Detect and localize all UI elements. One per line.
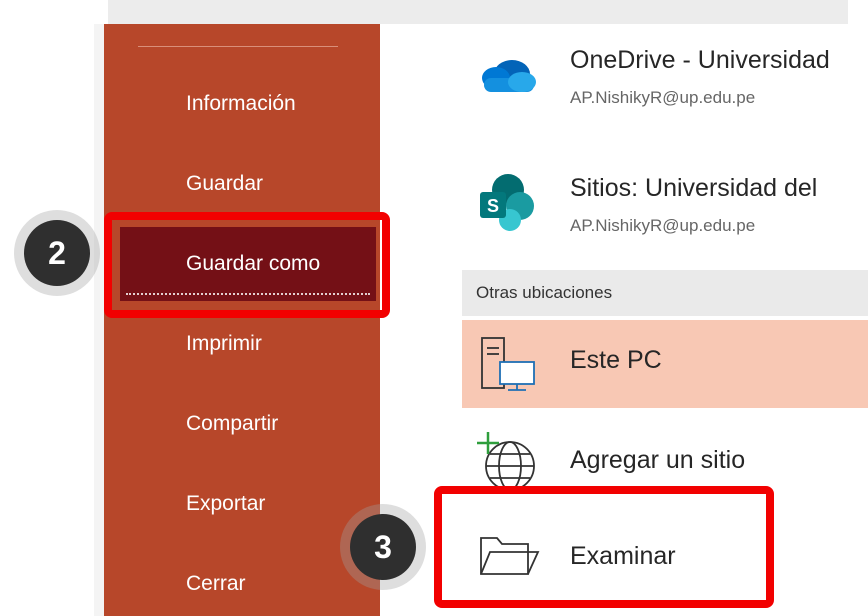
sharepoint-icon: S [476,172,536,237]
location-title: Sitios: Universidad del [570,174,818,202]
other-locations-header: Otras ubicaciones [462,270,868,316]
sidebar-item-label: Información [186,92,296,115]
location-title: OneDrive - Universidad [570,46,830,74]
sidebar-item-compartir[interactable]: Compartir [104,394,380,454]
sidebar-item-label: Imprimir [186,332,262,355]
highlight-guardar-como [104,212,390,318]
location-sharepoint[interactable]: S Sitios: Universidad del AP.NishikyR@up… [380,150,868,250]
svg-text:S: S [487,196,499,216]
sidebar-item-guardar[interactable]: Guardar [104,154,380,214]
location-label: Este PC [570,346,662,374]
highlight-examinar [434,486,774,608]
location-account: AP.NishikyR@up.edu.pe [570,88,756,107]
location-account: AP.NishikyR@up.edu.pe [570,216,756,235]
sidebar-item-label: Cerrar [186,572,246,595]
location-este-pc[interactable]: Este PC [462,320,868,408]
onedrive-icon [476,54,538,99]
sidebar-item-informacion[interactable]: Información [104,74,380,134]
location-label: Agregar un sitio [570,446,746,474]
sidebar-item-imprimir[interactable]: Imprimir [104,314,380,374]
location-onedrive[interactable]: OneDrive - Universidad AP.NishikyR@up.ed… [380,24,868,134]
top-strip [108,0,848,24]
sidebar-item-exportar[interactable]: Exportar [104,474,380,534]
sidebar-item-cerrar[interactable]: Cerrar [104,554,380,614]
computer-icon [478,334,538,399]
sidebar-item-label: Guardar [186,172,264,195]
step-badge-3: 3 [350,514,416,580]
sidebar-item-label: Compartir [186,412,279,435]
backstage-sidebar: Información Guardar Guardar como Imprimi… [104,24,380,616]
sidebar-divider [138,46,338,47]
sidebar-item-label: Exportar [186,492,266,515]
step-badge-2: 2 [24,220,90,286]
